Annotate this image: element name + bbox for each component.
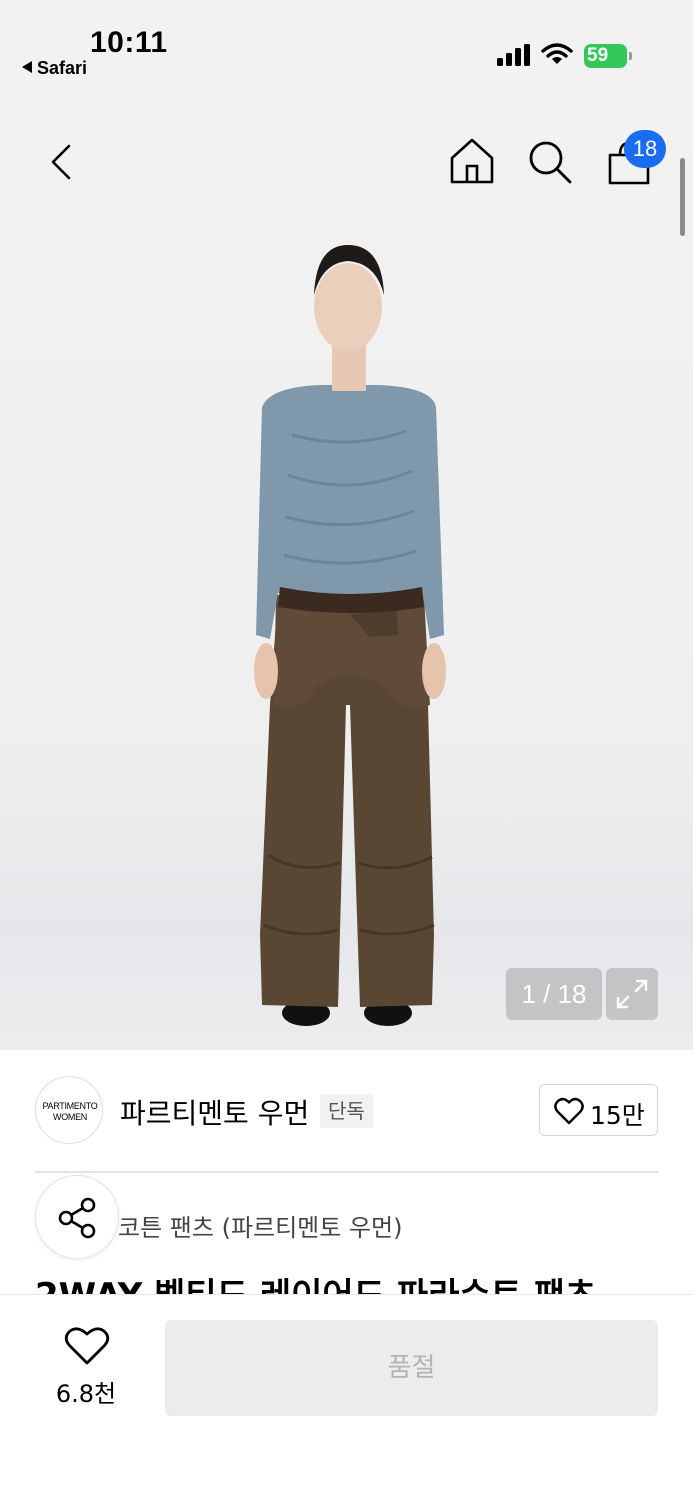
expand-icon	[616, 979, 648, 1009]
cellular-signal-icon	[497, 44, 530, 66]
brand-like-button[interactable]: 15만	[539, 1084, 658, 1136]
brand-logo[interactable]: PARTIMENTO WOMEN	[35, 1076, 103, 1144]
product-title-container: 2WAY 벨티드 레이어드 파라슈트 팬츠	[0, 1264, 693, 1294]
wishlist-heart-icon[interactable]	[64, 1326, 110, 1366]
home-button[interactable]	[447, 136, 497, 186]
heart-outline-icon	[554, 1097, 584, 1125]
expand-button[interactable]	[606, 968, 658, 1020]
battery-level: 59	[587, 45, 609, 66]
section-divider	[35, 1171, 658, 1173]
brand-logo-line1: PARTIMENTO	[42, 1101, 98, 1111]
battery-cap	[629, 52, 632, 60]
back-chevron-icon	[51, 144, 71, 180]
product-category-link[interactable]: 코튼 팬츠 (파르티멘토 우먼)	[118, 1208, 403, 1243]
return-to-safari[interactable]: Safari	[22, 58, 87, 79]
search-button[interactable]	[525, 137, 575, 187]
soldout-button[interactable]: 품절	[165, 1320, 658, 1416]
product-image[interactable]: 1 / 18	[0, 0, 693, 1050]
return-app-label: Safari	[37, 58, 88, 78]
wishlist-count: 6.8천	[55, 1380, 117, 1408]
share-button[interactable]	[35, 1175, 119, 1259]
scroll-indicator[interactable]	[680, 158, 685, 236]
battery-indicator: 59	[584, 44, 632, 68]
wifi-icon	[541, 43, 573, 64]
home-icon	[450, 138, 494, 184]
back-triangle-icon	[22, 61, 32, 73]
exclusive-badge: 단독	[320, 1094, 373, 1128]
back-button[interactable]	[40, 140, 84, 184]
share-icon	[58, 1197, 96, 1239]
search-icon	[529, 141, 572, 184]
product-title: 2WAY 벨티드 레이어드 파라슈트 팬츠	[35, 1268, 596, 1294]
brand-name-link[interactable]: 파르티멘토 우먼	[120, 1092, 309, 1132]
brand-logo-line2: WOMEN	[53, 1112, 87, 1122]
brand-like-count: 15만	[590, 1101, 645, 1130]
model-photo	[254, 245, 446, 1026]
status-time: 10:11	[90, 26, 168, 59]
image-counter: 1 / 18	[506, 968, 602, 1020]
cart-count-badge: 18	[624, 130, 666, 168]
